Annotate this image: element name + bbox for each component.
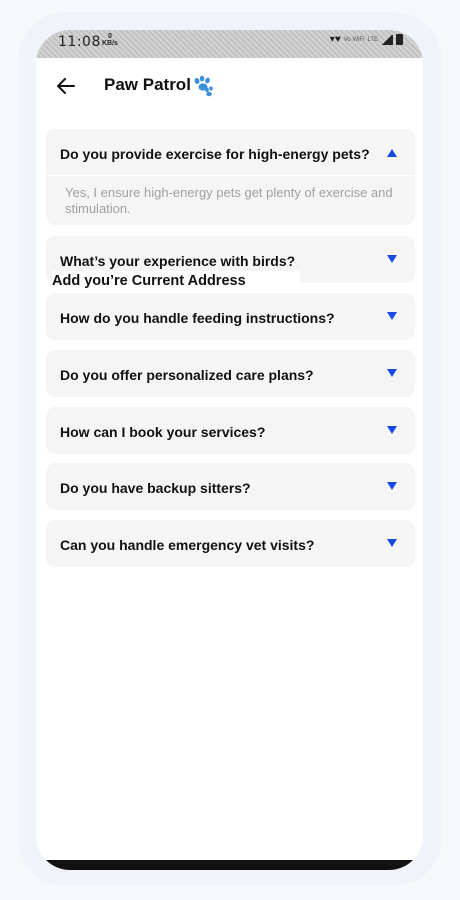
faq-item-exercise[interactable]: Do you provide exercise for high-energy … [46, 129, 415, 225]
caret-down-icon[interactable] [387, 426, 397, 434]
phone-screen: 11:08 0 KB/s ▾♥ Vo WiFi LTE Paw Patrol D… [36, 30, 423, 870]
signal-icon [381, 34, 393, 45]
vowifi-label: Vo WiFi [343, 36, 365, 43]
faq-question: Do you provide exercise for high-energy … [60, 146, 370, 162]
network-speed-unit: KB/s [102, 40, 118, 47]
status-bar: 11:08 0 KB/s ▾♥ Vo WiFi LTE [36, 30, 423, 58]
faq-item-backup-sitters[interactable]: Do you have backup sitters? [46, 463, 415, 510]
app-header: Paw Patrol [36, 70, 423, 102]
faq-question: How do you handle feeding instructions? [60, 310, 335, 326]
page-title: Paw Patrol [104, 75, 191, 94]
battery-icon [396, 34, 403, 45]
caret-up-icon[interactable] [387, 149, 397, 157]
faq-question: Do you offer personalized care plans? [60, 367, 314, 383]
arrow-left-icon [57, 78, 75, 94]
lte-label: LTE [367, 36, 378, 43]
faq-item-care-plans[interactable]: Do you offer personalized care plans? [46, 350, 415, 397]
caret-down-icon[interactable] [387, 482, 397, 490]
caret-down-icon[interactable] [387, 369, 397, 377]
faq-divider [46, 175, 415, 176]
back-button[interactable] [52, 72, 80, 100]
faq-item-vet-visits[interactable]: Can you handle emergency vet visits? [46, 520, 415, 567]
address-label: Add you’re Current Address [52, 271, 300, 291]
faq-item-booking[interactable]: How can I book your services? [46, 407, 415, 454]
faq-question: How can I book your services? [60, 424, 266, 440]
caret-down-icon[interactable] [387, 539, 397, 547]
caret-down-icon[interactable] [387, 255, 397, 263]
navigation-bar [36, 860, 423, 870]
faq-question: Can you handle emergency vet visits? [60, 537, 315, 553]
status-time: 11:08 [58, 34, 101, 50]
paw-icon [194, 75, 213, 97]
status-icons: ▾♥ Vo WiFi LTE [330, 34, 403, 45]
faq-question: What’s your experience with birds? [60, 253, 296, 269]
wifi-icon: ▾♥ [329, 34, 341, 45]
faq-answer: Yes, I ensure high-energy pets get plent… [65, 185, 393, 216]
caret-down-icon[interactable] [387, 312, 397, 320]
faq-question: Do you have backup sitters? [60, 480, 251, 496]
network-speed: 0 KB/s [102, 33, 118, 47]
network-speed-value: 0 [108, 33, 112, 40]
faq-item-feeding[interactable]: How do you handle feeding instructions? [46, 293, 415, 340]
